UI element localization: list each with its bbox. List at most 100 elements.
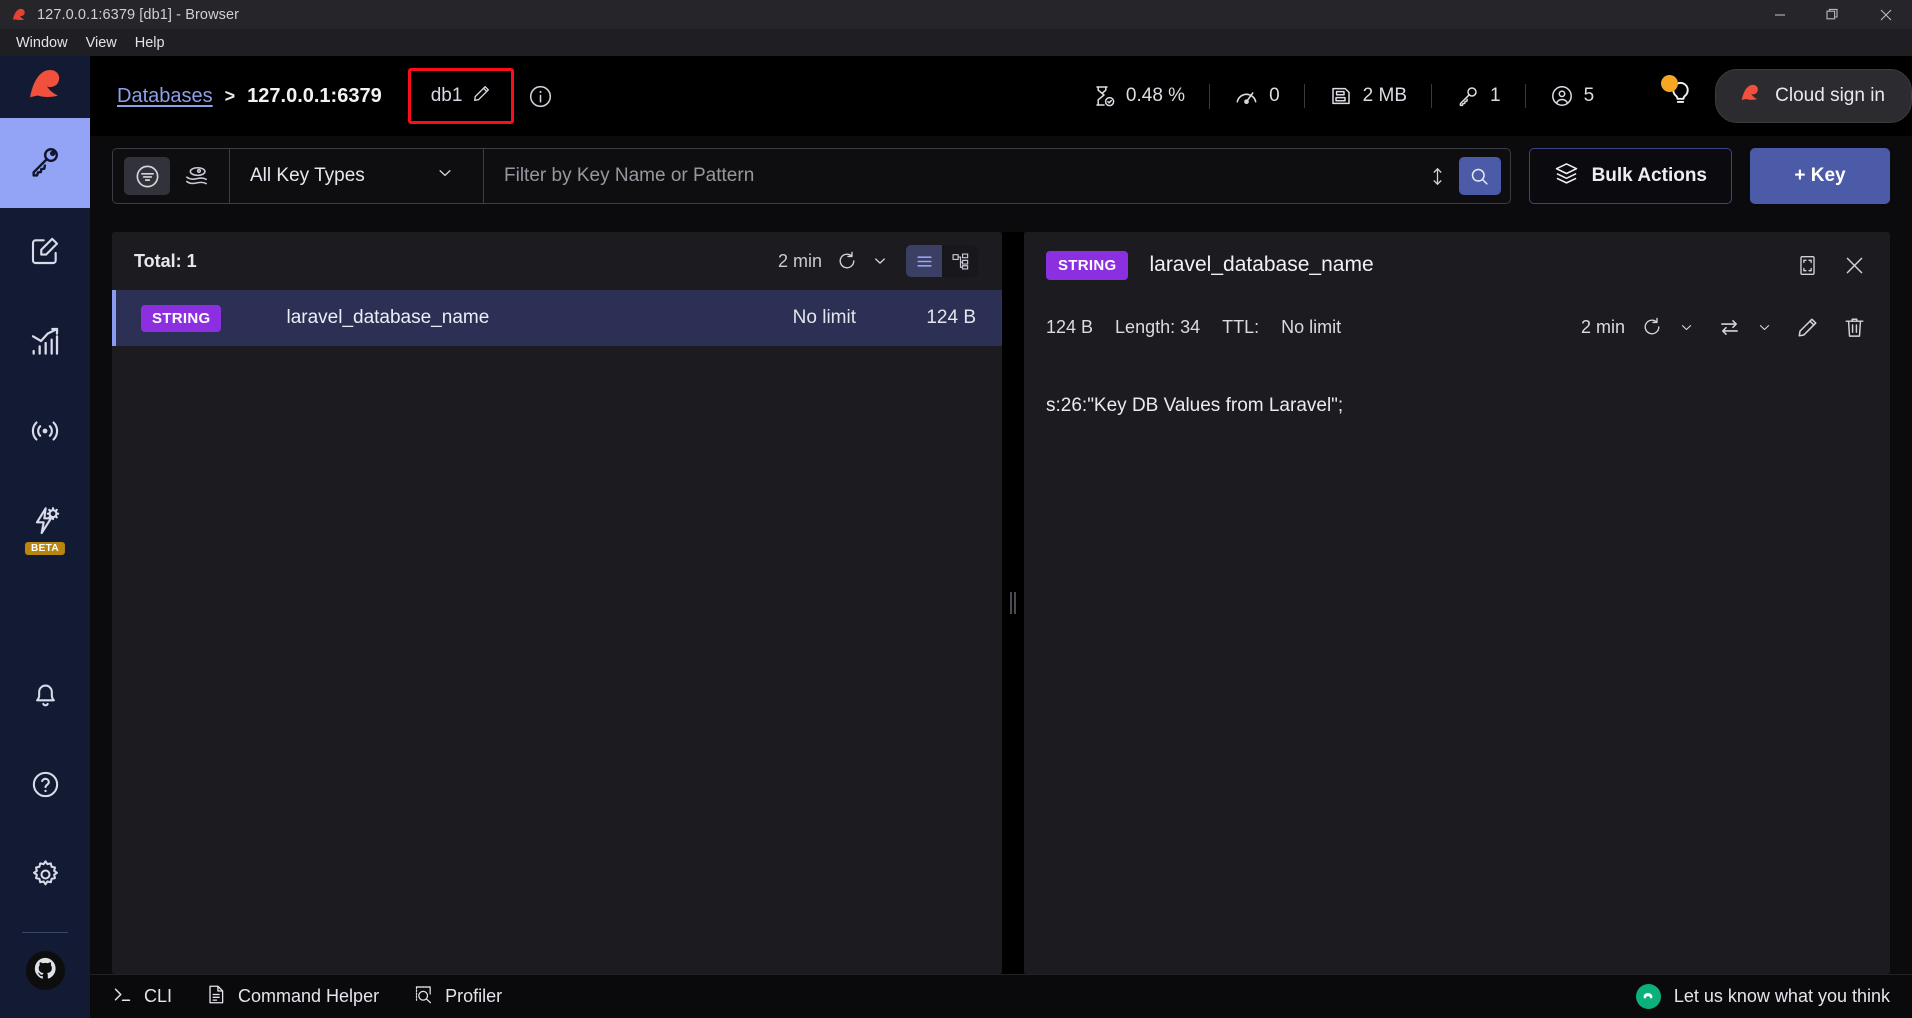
command-helper-button[interactable]: Command Helper bbox=[206, 984, 379, 1010]
bulk-actions-button[interactable]: Bulk Actions bbox=[1528, 148, 1732, 204]
info-circle-icon[interactable] bbox=[528, 84, 553, 109]
fullscreen-icon[interactable] bbox=[1796, 254, 1819, 277]
add-key-button[interactable]: + Key bbox=[1750, 148, 1890, 204]
menu-item-help[interactable]: Help bbox=[126, 32, 174, 54]
document-icon bbox=[206, 984, 227, 1010]
stat-memory[interactable]: 2 MB bbox=[1303, 84, 1431, 108]
insights-button[interactable] bbox=[1661, 75, 1695, 113]
terminal-icon bbox=[112, 984, 133, 1010]
key-ttl-cell: No limit bbox=[792, 307, 856, 328]
cli-button[interactable]: CLI bbox=[112, 984, 172, 1010]
detail-ttl-value[interactable]: No limit bbox=[1281, 317, 1341, 338]
sidebar-logo[interactable] bbox=[0, 56, 90, 118]
bell-icon bbox=[30, 679, 61, 715]
key-list-panel: Total: 1 2 min STRING laravel_database_n… bbox=[112, 232, 1002, 974]
sidebar-item-notifications[interactable] bbox=[0, 652, 90, 742]
sidebar-item-browser[interactable] bbox=[0, 118, 90, 208]
sidebar-item-analysis-tools[interactable] bbox=[0, 298, 90, 388]
trash-icon[interactable] bbox=[1843, 316, 1866, 339]
filter-icon[interactable] bbox=[124, 157, 170, 195]
close-icon[interactable] bbox=[1843, 254, 1866, 277]
table-row[interactable]: STRING laravel_database_name No limit 12… bbox=[112, 290, 1002, 346]
gear-icon bbox=[30, 859, 61, 895]
sidebar-bottom bbox=[0, 652, 90, 1018]
close-icon[interactable] bbox=[1859, 0, 1912, 29]
stat-commands-value: 0 bbox=[1269, 85, 1280, 106]
feedback-label: Let us know what you think bbox=[1673, 986, 1890, 1006]
feedback-icon bbox=[1635, 984, 1661, 1009]
minimize-icon[interactable] bbox=[1753, 0, 1806, 29]
breadcrumb-separator: > bbox=[224, 85, 236, 106]
page-header: Databases > 127.0.0.1:6379 db1 0.48 % 0 … bbox=[90, 56, 1912, 136]
stat-commands-per-second[interactable]: 0 bbox=[1209, 83, 1304, 109]
key-name-cell: laravel_database_name bbox=[286, 307, 490, 328]
profiler-button[interactable]: Profiler bbox=[413, 984, 502, 1010]
breadcrumb-databases-link[interactable]: Databases bbox=[117, 85, 213, 108]
detail-key-type-badge: STRING bbox=[1046, 250, 1129, 280]
key-list-header: Total: 1 2 min bbox=[112, 232, 1002, 290]
restore-icon[interactable] bbox=[1806, 0, 1859, 29]
bar-chart-icon bbox=[29, 325, 61, 362]
sidebar-item-workbench[interactable] bbox=[0, 208, 90, 298]
sidebar-nav: BETA bbox=[0, 56, 90, 1018]
database-index-selector[interactable]: db1 bbox=[407, 68, 515, 124]
stat-cpu[interactable]: 0.48 % bbox=[1068, 84, 1209, 108]
panel-resize-handle[interactable] bbox=[1002, 232, 1024, 974]
format-options-chevron-down-icon[interactable] bbox=[1757, 320, 1772, 335]
pencil-icon[interactable] bbox=[1796, 316, 1819, 339]
server-stats: 0.48 % 0 2 MB 1 5 bbox=[1068, 83, 1619, 109]
detail-size: 124 B bbox=[1046, 316, 1094, 337]
app-window: 127.0.0.1:6379 [db1] - Browser Window Vi… bbox=[0, 0, 1912, 1018]
key-value-body[interactable]: s:26:"Key DB Values from Laravel"; bbox=[1024, 356, 1890, 974]
stat-connected-clients[interactable]: 5 bbox=[1524, 84, 1619, 108]
refresh-options-chevron-down-icon[interactable] bbox=[872, 253, 888, 269]
lightning-gear-icon bbox=[29, 505, 61, 542]
command-helper-label: Command Helper bbox=[238, 986, 380, 1006]
sidebar-item-github[interactable] bbox=[25, 951, 65, 990]
key-icon bbox=[28, 144, 62, 183]
key-type-badge: STRING bbox=[141, 304, 222, 332]
database-index-label: db1 bbox=[430, 85, 463, 106]
breadcrumb: Databases > 127.0.0.1:6379 bbox=[117, 85, 382, 108]
search-input[interactable] bbox=[484, 149, 1417, 203]
tree-view-icon[interactable] bbox=[942, 245, 978, 277]
redis-logo-icon bbox=[1738, 81, 1762, 111]
sidebar-item-pub-sub[interactable] bbox=[0, 388, 90, 478]
hourglass-check-icon bbox=[1092, 84, 1116, 108]
sidebar-item-help[interactable] bbox=[0, 742, 90, 832]
refresh-options-chevron-down-icon[interactable] bbox=[1679, 320, 1694, 335]
key-icon bbox=[1456, 84, 1480, 108]
stat-clients-value: 5 bbox=[1583, 85, 1595, 106]
breadcrumb-host: 127.0.0.1:6379 bbox=[247, 84, 382, 107]
pencil-icon[interactable] bbox=[472, 84, 491, 108]
search-icon[interactable] bbox=[1458, 157, 1501, 195]
broadcast-icon bbox=[29, 415, 61, 452]
refresh-icon[interactable] bbox=[1641, 316, 1663, 338]
detail-length: Length: 34 bbox=[1115, 316, 1201, 337]
user-circle-icon bbox=[1550, 84, 1574, 108]
key-list-header-actions: 2 min bbox=[778, 245, 978, 277]
menu-item-view[interactable]: View bbox=[77, 32, 126, 54]
key-details-header: STRING laravel_database_name bbox=[1024, 232, 1890, 298]
cloud-signin-button[interactable]: Cloud sign in bbox=[1715, 69, 1912, 123]
sidebar-item-triggers-and-functions[interactable]: BETA bbox=[0, 478, 90, 568]
sidebar-item-settings[interactable] bbox=[0, 832, 90, 922]
question-circle-icon bbox=[30, 769, 61, 805]
chevron-down-icon bbox=[436, 164, 454, 188]
sort-updown-icon[interactable] bbox=[1417, 166, 1459, 187]
edit-square-icon bbox=[29, 235, 61, 272]
layers-scan-icon[interactable] bbox=[174, 157, 218, 195]
list-view-icon[interactable] bbox=[906, 245, 942, 277]
total-keys-label: Total: 1 bbox=[134, 250, 197, 271]
bottom-status-bar: CLI Command Helper Profiler Let us know … bbox=[90, 974, 1912, 1018]
key-details-header-actions bbox=[1796, 254, 1866, 277]
key-type-select[interactable]: All Key Types bbox=[230, 164, 472, 188]
memory-card-icon bbox=[1329, 84, 1353, 108]
menu-item-window[interactable]: Window bbox=[7, 32, 77, 54]
feedback-button[interactable]: Let us know what you think bbox=[1635, 984, 1890, 1009]
window-title: 127.0.0.1:6379 [db1] - Browser bbox=[37, 6, 240, 23]
key-type-selected-label: All Key Types bbox=[250, 165, 365, 186]
refresh-icon[interactable] bbox=[836, 250, 858, 272]
stat-keys[interactable]: 1 bbox=[1431, 84, 1525, 108]
transfer-icon[interactable] bbox=[1718, 316, 1741, 339]
